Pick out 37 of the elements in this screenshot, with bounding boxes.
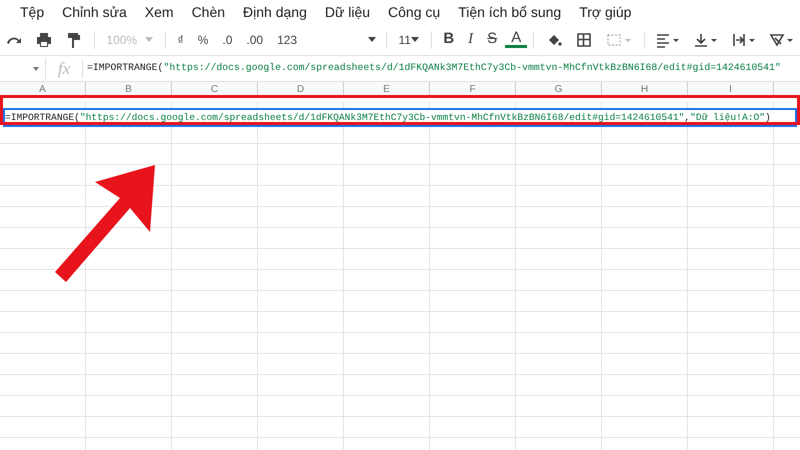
number-format-button[interactable]: .00 bbox=[240, 30, 270, 48]
menu-item[interactable]: Công cụ bbox=[388, 2, 440, 22]
caret-icon bbox=[33, 66, 39, 70]
column-header[interactable]: H bbox=[602, 82, 688, 97]
formula-input[interactable]: =IMPORTRANGE("https://docs.google.com/spreadsheets/d/1dFKQANk3M7EthC7y3Cb-vmmtvn-MhCfnVtkBzBN6I68/edit#gid=1424610541" bbox=[87, 61, 781, 76]
font-size-dropdown[interactable]: 11 bbox=[392, 30, 425, 48]
text-color-button[interactable]: A bbox=[505, 31, 528, 48]
italic-button[interactable]: I bbox=[462, 28, 480, 51]
bold-button[interactable]: B bbox=[437, 28, 460, 51]
number-format-button[interactable]: ₫ bbox=[172, 30, 190, 48]
column-header[interactable]: B bbox=[86, 82, 172, 97]
menu-item[interactable]: Xem bbox=[144, 2, 174, 22]
menu-item[interactable]: Tiện ích bổ sung bbox=[458, 2, 562, 22]
number-format-button[interactable]: % bbox=[192, 30, 214, 48]
number-format-button[interactable]: .0 bbox=[216, 30, 238, 48]
column-header[interactable]: C bbox=[172, 82, 258, 97]
menu-item[interactable]: Trợ giúp bbox=[579, 2, 632, 22]
column-header[interactable]: E bbox=[344, 82, 430, 97]
strikethrough-button[interactable]: S bbox=[481, 28, 504, 51]
borders-icon[interactable] bbox=[574, 30, 593, 48]
number-format-button[interactable]: 123 bbox=[271, 30, 304, 48]
caret-icon bbox=[410, 37, 419, 42]
paint-format-icon[interactable] bbox=[65, 30, 83, 48]
column-header[interactable]: G bbox=[516, 82, 602, 97]
caret-icon bbox=[368, 37, 376, 42]
menu-item[interactable]: Dữ liệu bbox=[324, 2, 370, 22]
column-header[interactable]: D bbox=[258, 82, 344, 97]
print-icon[interactable] bbox=[35, 30, 53, 48]
fx-label: fx bbox=[56, 58, 72, 80]
caret-icon bbox=[145, 37, 154, 42]
menu-item[interactable]: Chỉnh sửa bbox=[62, 2, 127, 22]
menu-item[interactable]: Tệp bbox=[20, 2, 44, 22]
column-header[interactable]: I bbox=[688, 82, 774, 97]
menu-item[interactable]: Chèn bbox=[192, 2, 226, 22]
menu-item[interactable]: Định dạng bbox=[243, 2, 307, 22]
column-header[interactable]: F bbox=[430, 82, 516, 97]
column-header[interactable]: A bbox=[0, 82, 86, 97]
